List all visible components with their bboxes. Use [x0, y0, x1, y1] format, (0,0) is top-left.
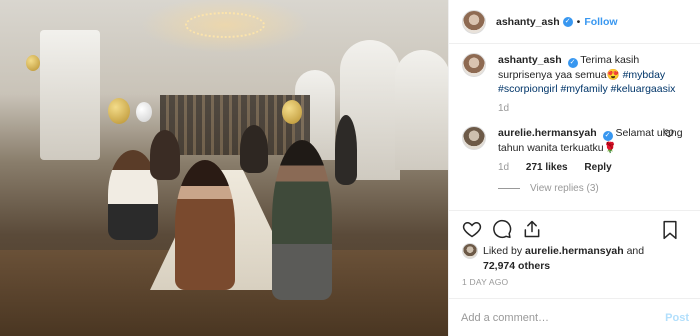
hashtag-link[interactable]: #keluargaasix — [611, 83, 676, 95]
others-count[interactable]: 72,974 others — [483, 260, 550, 272]
comment-item: aurelie.hermansyah ✓ Selamat ulang tahun… — [462, 126, 688, 175]
guest — [272, 140, 332, 300]
post-button[interactable]: Post — [665, 312, 689, 324]
follow-button[interactable]: Follow — [584, 16, 617, 28]
chandelier-decoration — [185, 12, 265, 38]
guest — [240, 125, 268, 173]
caption-username[interactable]: ashanty_ash — [498, 54, 562, 66]
likes-summary: Liked by aurelie.hermansyah and 72,974 o… — [462, 243, 692, 273]
guest — [150, 130, 180, 180]
gold-balloon — [26, 55, 40, 71]
guest — [175, 160, 235, 290]
hashtag-link[interactable]: #scorpiongirl — [498, 83, 558, 95]
instagram-post: ashanty_ash ✓ • Follow ashanty_ash ✓ Ter… — [0, 0, 700, 336]
view-replies-link[interactable]: View replies (3) — [498, 183, 688, 194]
post-sidebar: ashanty_ash ✓ • Follow ashanty_ash ✓ Ter… — [448, 0, 700, 336]
verified-badge-icon: ✓ — [562, 16, 573, 27]
comment-username[interactable]: aurelie.hermansyah — [498, 127, 597, 139]
avatar[interactable] — [462, 9, 486, 34]
guest — [335, 115, 357, 185]
post-header: ashanty_ash ✓ • Follow — [449, 0, 700, 44]
heart-icon[interactable] — [664, 128, 674, 138]
white-balloon — [136, 102, 152, 122]
hashtag-link[interactable]: #mybday — [623, 69, 666, 81]
avatar[interactable] — [462, 53, 486, 77]
caption-age[interactable]: 1d — [498, 103, 509, 114]
bookmark-icon[interactable] — [661, 220, 679, 240]
hashtag-link[interactable]: #myfamily — [560, 83, 607, 95]
liked-by-prefix: Liked by — [483, 245, 523, 257]
comment-icon[interactable] — [492, 219, 512, 239]
arched-window — [395, 50, 448, 170]
comment-likes[interactable]: 271 likes — [526, 162, 568, 173]
heart-icon[interactable] — [462, 219, 482, 239]
separator-dot: • — [576, 15, 581, 28]
window — [40, 30, 100, 160]
liked-by-and: and — [626, 245, 645, 257]
avatar[interactable] — [462, 126, 486, 150]
liked-by-user[interactable]: aurelie.hermansyah — [525, 244, 624, 258]
verified-badge-icon: ✓ — [567, 58, 578, 68]
reply-button[interactable]: Reply — [584, 162, 611, 173]
action-bar — [449, 210, 700, 246]
comment-age[interactable]: 1d — [498, 162, 509, 173]
share-icon[interactable] — [522, 219, 542, 239]
username-link[interactable]: ashanty_ash — [496, 16, 560, 28]
post-photo[interactable] — [0, 0, 448, 336]
gold-balloon — [282, 100, 302, 124]
avatar[interactable] — [462, 243, 478, 259]
post-timestamp[interactable]: 1 DAY AGO — [462, 277, 508, 287]
gold-balloon — [108, 98, 130, 124]
verified-badge-icon: ✓ — [602, 131, 613, 141]
comments-section: ashanty_ash ✓ Terima kasih surprisenya y… — [449, 45, 700, 210]
comment-input[interactable] — [461, 311, 661, 324]
add-comment-bar: Post — [449, 298, 700, 336]
caption: ashanty_ash ✓ Terima kasih surprisenya y… — [462, 53, 688, 116]
